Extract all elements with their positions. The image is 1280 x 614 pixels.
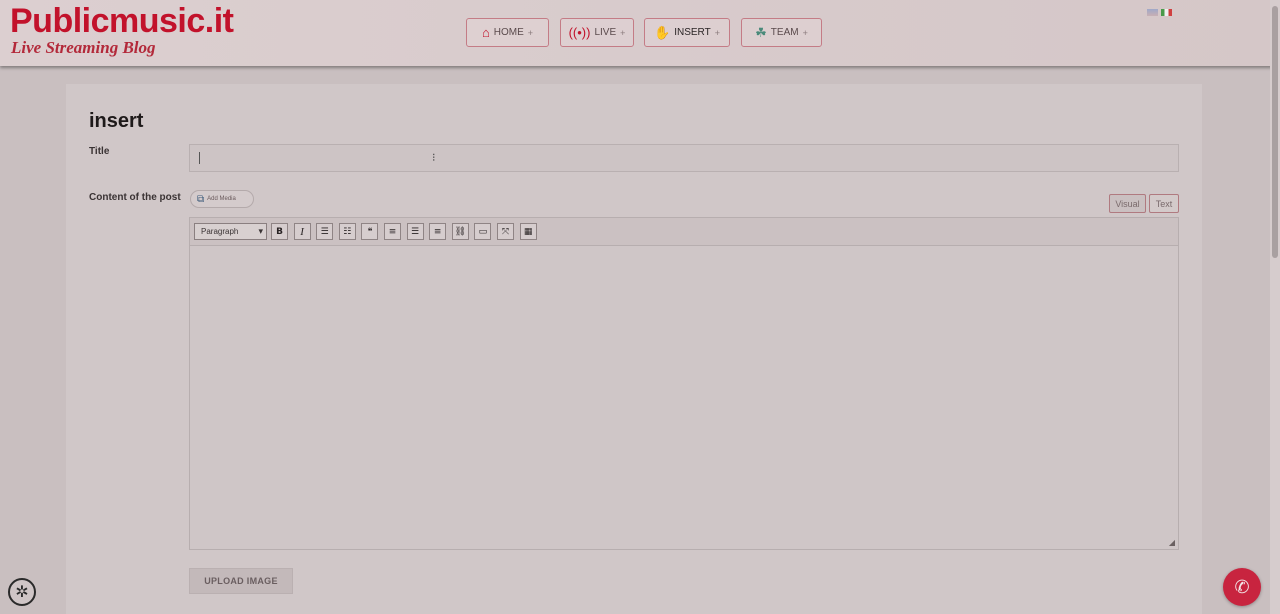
nav-home-plus: +	[527, 27, 534, 38]
format-select[interactable]: Paragraph	[194, 223, 267, 240]
fullscreen-button[interactable]: ⤧	[497, 223, 514, 240]
align-center-button[interactable]: ☰	[406, 223, 424, 240]
page-title: insert	[89, 110, 144, 132]
team-icon: ☘	[755, 24, 767, 40]
ibeam-cursor-icon: ⁝	[432, 152, 436, 164]
nav-home-label: HOME	[493, 27, 524, 38]
page-scrollbar[interactable]	[1270, 0, 1280, 614]
read-more-button[interactable]: ▭	[474, 223, 492, 240]
add-media-label: Add Media	[207, 196, 236, 202]
numbered-list-button[interactable]: ☷	[338, 223, 356, 240]
en-flag-icon[interactable]	[1147, 9, 1158, 16]
tab-text[interactable]: Text	[1149, 194, 1179, 213]
text-caret	[199, 152, 200, 164]
media-icon: ⧉	[197, 193, 205, 205]
align-left-button[interactable]: ≡	[384, 223, 401, 240]
toolbar-toggle-button[interactable]: ▦	[519, 223, 537, 240]
insert-form-card: insert Title ⁝ Content of the post ⧉ Add…	[66, 84, 1202, 614]
nav-insert-label: INSERT	[674, 27, 711, 38]
language-switcher	[1147, 9, 1172, 16]
bullet-list-button[interactable]: ☰	[316, 223, 334, 240]
title-input[interactable]	[189, 144, 1179, 172]
nav-insert-button[interactable]: ✋ INSERT +	[644, 18, 730, 47]
add-media-button[interactable]: ⧉ Add Media	[190, 190, 254, 208]
post-editor[interactable]: Paragraph BI☰☷❝≡☰≡⛓▭⤧▦ ◢	[189, 217, 1179, 550]
tab-visual[interactable]: Visual	[1109, 194, 1146, 213]
rock-hand-icon: ✋	[654, 24, 671, 40]
site-tagline: Live Streaming Blog	[11, 38, 156, 57]
nav-live-label: LIVE	[594, 27, 617, 38]
it-flag-icon[interactable]	[1161, 9, 1172, 16]
nav-team-plus: +	[802, 27, 808, 38]
nav-insert-plus: +	[714, 27, 720, 38]
cookie-settings-icon[interactable]: ✲	[8, 578, 36, 606]
nav-live-plus: +	[620, 27, 626, 38]
whatsapp-icon: ✆	[1234, 576, 1250, 597]
upload-image-button[interactable]: UPLOAD IMAGE	[189, 568, 293, 594]
site-logo[interactable]: Publicmusic.it	[10, 2, 234, 41]
title-label: Title	[89, 146, 110, 157]
site-header: Publicmusic.it Live Streaming Blog ⌂ HOM…	[0, 0, 1280, 66]
nav-team-label: TEAM	[770, 27, 799, 38]
link-button[interactable]: ⛓	[451, 223, 469, 240]
nav-team-button[interactable]: ☘ TEAM +	[741, 18, 822, 47]
resize-handle-icon[interactable]: ◢	[1169, 538, 1175, 547]
content-label: Content of the post	[89, 192, 181, 203]
whatsapp-button[interactable]: ✆	[1223, 568, 1261, 606]
home-icon: ⌂	[481, 25, 490, 40]
bold-button[interactable]: B	[271, 223, 288, 240]
align-right-button[interactable]: ≡	[429, 223, 447, 240]
editor-toolbar: Paragraph BI☰☷❝≡☰≡⛓▭⤧▦	[190, 218, 1178, 246]
blockquote-button[interactable]: ❝	[361, 223, 379, 240]
scrollbar-thumb[interactable]	[1272, 6, 1278, 258]
nav-live-button[interactable]: ((•)) LIVE +	[560, 18, 634, 47]
broadcast-icon: ((•))	[568, 25, 591, 40]
nav-home-button[interactable]: ⌂ HOME +	[466, 18, 549, 47]
italic-button[interactable]: I	[293, 223, 311, 240]
